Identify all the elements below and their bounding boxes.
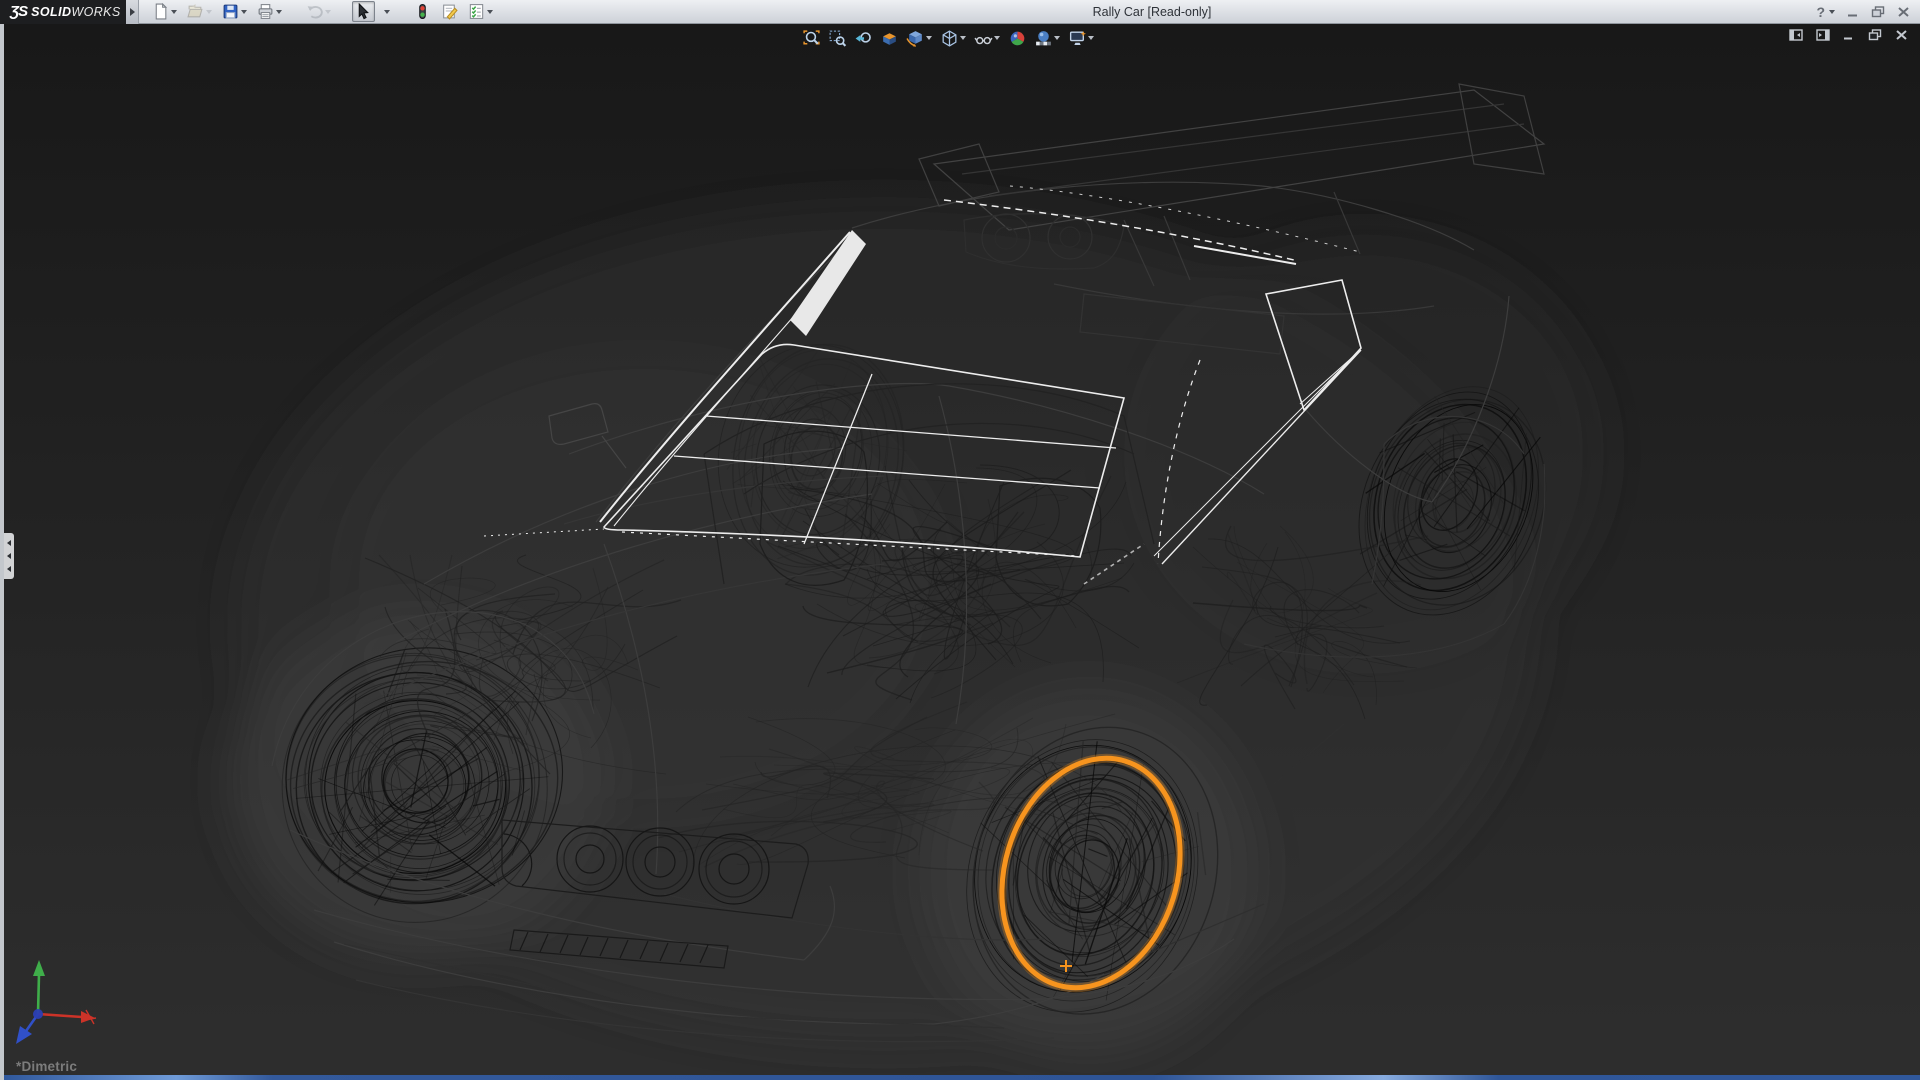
print-icon: [257, 3, 274, 20]
close-window-button[interactable]: [1897, 6, 1910, 18]
dropdown-arrow-icon: [325, 10, 331, 14]
brand-bold: SOLID: [31, 5, 71, 19]
menu-flyout-arrow[interactable]: [126, 0, 139, 24]
solidworks-logo: ƷS SOLIDWORKS: [0, 0, 126, 24]
edit-appearance-button[interactable]: [1006, 27, 1029, 49]
zoom-to-fit-button[interactable]: [800, 27, 823, 49]
select-tool-button[interactable]: [352, 1, 375, 22]
restore-document-button[interactable]: [1868, 29, 1882, 41]
hide-show-items-button[interactable]: [972, 27, 1003, 49]
view-settings-icon: [1068, 29, 1087, 48]
toggle-right-pane-button[interactable]: [1816, 29, 1830, 41]
previous-view-button[interactable]: [852, 27, 875, 49]
flyout-arrow-icon: [130, 8, 135, 16]
restore-window-button[interactable]: [1871, 6, 1885, 18]
print-button[interactable]: [254, 1, 285, 22]
car-wireframe-canvas[interactable]: [4, 24, 1920, 1080]
dropdown-arrow-icon: [487, 10, 493, 14]
minimize-icon: [1847, 6, 1859, 18]
previous-view-icon: [854, 29, 873, 48]
task-list-icon: [468, 3, 485, 20]
toggle-left-pane-button[interactable]: [1789, 29, 1803, 41]
dropdown-arrow-icon: [276, 10, 282, 14]
hide-show-items-icon: [974, 29, 993, 48]
open-document-button[interactable]: [184, 1, 215, 22]
task-list-button[interactable]: [465, 1, 496, 22]
dropdown-arrow-icon: [206, 10, 212, 14]
help-button[interactable]: ?: [1816, 4, 1835, 20]
window-title: Rally Car [Read-only]: [1093, 0, 1212, 24]
dropdown-arrow-icon: [241, 10, 247, 14]
heads-up-view-toolbar: [800, 27, 1097, 49]
dropdown-arrow-icon: [1829, 10, 1835, 14]
select-cursor-icon: [355, 3, 372, 20]
select-tool-dropdown[interactable]: [379, 1, 393, 22]
collapse-arrow-icon: [7, 566, 11, 572]
title-bar: ƷS SOLIDWORKS: [0, 0, 1920, 24]
zoom-to-area-button[interactable]: [826, 27, 849, 49]
viewport[interactable]: *Dimetric: [0, 24, 1920, 1080]
y-axis-arrow: [33, 960, 45, 976]
dropdown-arrow-icon: [926, 36, 932, 40]
section-view-button[interactable]: [878, 27, 901, 49]
reference-triad: [8, 954, 108, 1054]
section-view-icon: [880, 29, 899, 48]
view-orientation-button[interactable]: [904, 27, 935, 49]
zoom-to-area-icon: [828, 29, 847, 48]
save-icon: [222, 3, 239, 20]
triad-origin: [33, 1009, 43, 1019]
window-bottom-edge: [4, 1075, 1920, 1080]
undo-button[interactable]: [303, 1, 334, 22]
solidworks-logo-glyph: ƷS: [10, 3, 27, 20]
dropdown-arrow-icon: [960, 36, 966, 40]
dropdown-arrow-icon: [994, 36, 1000, 40]
document-window-controls: [1789, 29, 1908, 41]
x-axis: [38, 1014, 82, 1017]
new-document-icon: [152, 3, 169, 20]
edit-appearance-icon: [1008, 29, 1027, 48]
dropdown-arrow-icon: [1054, 36, 1060, 40]
view-orientation-icon: [906, 29, 925, 48]
apply-scene-icon: [1034, 29, 1053, 48]
app-window-controls: ?: [1816, 0, 1910, 24]
display-style-icon: [940, 29, 959, 48]
feature-manager-collapse-tab[interactable]: [4, 533, 14, 579]
collapse-arrow-icon: [7, 540, 11, 546]
help-icon: ?: [1816, 4, 1825, 20]
car-body-glow: [229, 204, 1604, 1057]
minimize-document-button[interactable]: [1843, 29, 1855, 41]
apply-scene-button[interactable]: [1032, 27, 1063, 49]
new-document-button[interactable]: [149, 1, 180, 22]
close-icon: [1897, 6, 1910, 18]
open-document-icon: [187, 3, 204, 20]
design-binder-icon: [441, 3, 458, 20]
dropdown-arrow-icon: [171, 10, 177, 14]
design-binder-button[interactable]: [438, 1, 461, 22]
view-orientation-label: *Dimetric: [16, 1059, 77, 1074]
undo-icon: [306, 3, 323, 20]
standard-toolbar: [149, 1, 496, 22]
status-light-icon: [414, 3, 431, 20]
display-style-button[interactable]: [938, 27, 969, 49]
save-button[interactable]: [219, 1, 250, 22]
dropdown-arrow-icon: [1088, 36, 1094, 40]
brand-light: WORKS: [71, 5, 120, 19]
zoom-to-fit-icon: [802, 29, 821, 48]
dropdown-arrow-icon: [384, 10, 390, 14]
restore-icon: [1871, 6, 1885, 18]
z-axis-arrow: [16, 1026, 32, 1044]
status-light-button[interactable]: [411, 1, 434, 22]
minimize-window-button[interactable]: [1847, 6, 1859, 18]
y-axis: [38, 974, 39, 1014]
view-settings-button[interactable]: [1066, 27, 1097, 49]
close-document-button[interactable]: [1895, 29, 1908, 41]
collapse-arrow-icon: [7, 553, 11, 559]
